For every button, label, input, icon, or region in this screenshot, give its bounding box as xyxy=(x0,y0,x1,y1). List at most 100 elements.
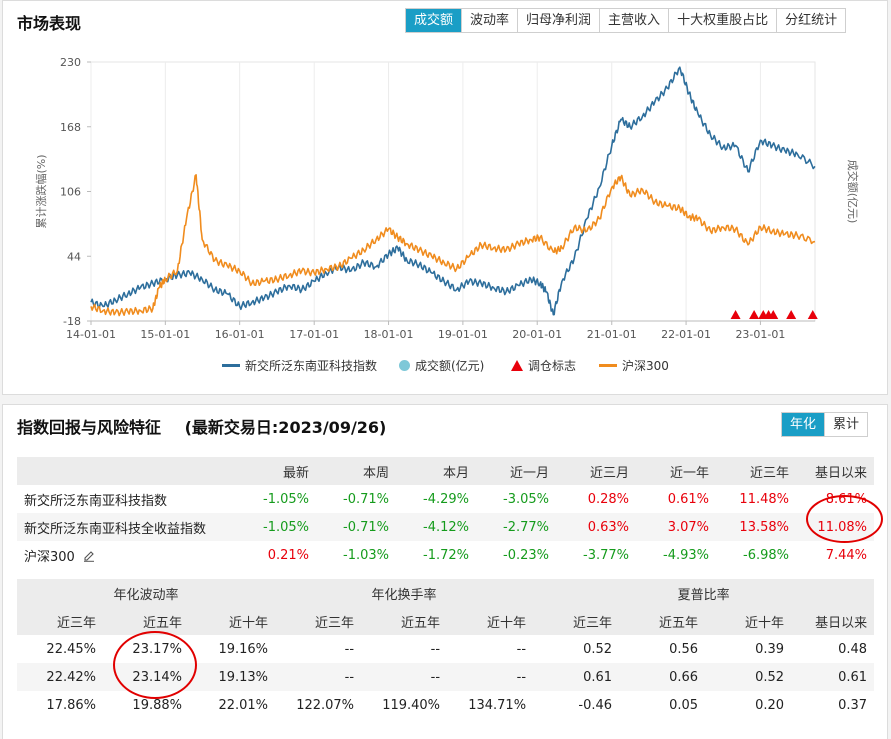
risk-header-row: 近三年 近五年 近十年 近三年 近五年 近十年 近三年 近五年 近十年 基日以来 xyxy=(17,607,875,635)
y2-axis-label: 成交额(亿元) xyxy=(846,160,860,224)
returns-header-cell: 近三月 xyxy=(556,457,636,485)
legend-volume[interactable]: 成交额(亿元) xyxy=(399,357,484,374)
legend-line-icon xyxy=(599,364,617,367)
risk-header-cell: 近三年 xyxy=(533,607,620,635)
risk-header-cell: 近十年 xyxy=(447,607,534,635)
x-tick-label: 14-01-01 xyxy=(66,328,116,341)
returns-cell: 7.44% xyxy=(825,547,867,563)
returns-cell: -4.93% xyxy=(663,547,709,563)
risk-cell: 23.14% xyxy=(103,663,189,691)
legend-triangle-icon xyxy=(511,360,523,371)
risk-cell: 19.13% xyxy=(189,663,276,691)
risk-header-cell: 近三年 xyxy=(275,607,362,635)
returns-row-name: 新交所泛东南亚科技全收益指数 xyxy=(17,513,239,541)
annualized-toggle: 年化 累计 xyxy=(781,412,869,437)
risk-cell: 22.01% xyxy=(218,697,269,713)
rebalance-marker xyxy=(807,310,818,319)
risk-header-cell: 近十年 xyxy=(705,607,792,635)
risk-cell: -- xyxy=(447,663,534,691)
series-line-hs300 xyxy=(90,174,816,317)
risk-cell: 134.71% xyxy=(468,697,527,713)
y-axis-label: 累计涨跌幅(%) xyxy=(34,154,48,228)
returns-cell: -0.71% xyxy=(343,491,389,507)
rebalance-marker xyxy=(730,310,741,319)
returns-header-cell: 近一年 xyxy=(636,457,716,485)
x-tick-label: 15-01-01 xyxy=(140,328,190,341)
legend-rebalance[interactable]: 调仓标志 xyxy=(511,357,576,374)
risk-group-header: 年化波动率 xyxy=(17,579,276,607)
series-line-index xyxy=(90,66,816,316)
legend-index[interactable]: 新交所泛东南亚科技指数 xyxy=(222,357,377,374)
y-tick-label: 230 xyxy=(60,56,81,69)
returns-cell: 13.58% xyxy=(716,513,796,541)
returns-header-cell: 近一月 xyxy=(476,457,556,485)
y-tick-label: -18 xyxy=(63,315,81,328)
returns-cell: -1.72% xyxy=(423,547,469,563)
x-tick-label: 22-01-01 xyxy=(661,328,711,341)
risk-group-header: 年化换手率 xyxy=(275,579,534,607)
chart-markers xyxy=(730,310,818,319)
x-tick-label: 23-01-01 xyxy=(735,328,785,341)
rebalance-marker xyxy=(749,310,760,319)
returns-cell: -4.12% xyxy=(396,513,476,541)
risk-cell: 23.17% xyxy=(132,641,182,657)
returns-cell: -1.05% xyxy=(239,513,316,541)
returns-cell: -1.03% xyxy=(343,547,389,563)
market-panel: 市场表现 成交额 波动率 归母净利润 主营收入 十大权重股占比 分红统计 14-01-01… xyxy=(2,0,888,395)
returns-cell: 0.28% xyxy=(587,491,629,507)
returns-row-label: 新交所泛东南亚科技指数 xyxy=(24,493,168,509)
y-tick-label: 106 xyxy=(60,186,81,199)
x-tick-label: 21-01-01 xyxy=(587,328,637,341)
returns-header-row: 最新 本周 本月 近一月 近三月 近一年 近三年 基日以来 xyxy=(17,457,874,485)
edit-icon[interactable] xyxy=(83,550,95,562)
legend-hs300[interactable]: 沪深300 xyxy=(599,357,669,374)
returns-cell: -0.71% xyxy=(316,513,396,541)
x-tick-label: 19-01-01 xyxy=(438,328,488,341)
latest-date: (最新交易日:2023/09/26) xyxy=(184,418,387,437)
plot-area xyxy=(90,61,816,322)
returns-cell: 8.61% xyxy=(825,491,867,507)
chart-legend: 新交所泛东南亚科技指数 成交额(亿元) 调仓标志 沪深300 xyxy=(3,357,889,377)
risk-cell: 0.20 xyxy=(755,697,785,713)
risk-header-cell: 近五年 xyxy=(619,607,706,635)
returns-row-label: 沪深300 xyxy=(24,549,75,565)
returns-cell: -2.77% xyxy=(476,513,556,541)
returns-cell: 3.07% xyxy=(636,513,716,541)
y-tick-label: 168 xyxy=(60,121,81,134)
risk-cell: -- xyxy=(516,641,527,657)
rebalance-marker xyxy=(786,310,797,319)
legend-dot-icon xyxy=(399,360,410,371)
returns-header-cell: 基日以来 xyxy=(796,457,874,485)
risk-header-cell: 近五年 xyxy=(103,607,189,635)
returns-table: 最新 本周 本月 近一月 近三月 近一年 近三年 基日以来 新交所泛东南亚科技指数 -1.05%… xyxy=(17,457,874,569)
y-tick-label: 44 xyxy=(67,250,81,263)
risk-cell: 122.07% xyxy=(296,697,355,713)
risk-header-cell: 近三年 xyxy=(17,607,103,635)
returns-row: 沪深300 0.21% -1.03% -1.72% -0.23% -3.77% -4.93%… xyxy=(17,541,874,569)
x-tick-label: 17-01-01 xyxy=(289,328,339,341)
returns-cell: 11.08% xyxy=(796,513,874,541)
returns-row-name: 新交所泛东南亚科技指数 xyxy=(17,485,239,513)
returns-title-text: 指数回报与风险特征 xyxy=(17,418,162,437)
risk-cell: -- xyxy=(361,663,448,691)
toggle-0[interactable]: 年化 xyxy=(782,413,825,436)
returns-header-cell: 本周 xyxy=(316,457,396,485)
returns-header-cell: 近三年 xyxy=(716,457,796,485)
returns-row: 新交所泛东南亚科技全收益指数 -1.05% -0.71% -4.12% -2.77% 0.… xyxy=(17,513,874,541)
risk-cell: 19.16% xyxy=(218,641,269,657)
legend-label: 成交额(亿元) xyxy=(415,359,485,373)
risk-row: 17.86% 19.88% 22.01% 122.07% 119.40% 134.71% -… xyxy=(17,691,874,719)
returns-cell: -0.23% xyxy=(503,547,549,563)
returns-cell: -6.98% xyxy=(743,547,789,563)
returns-tables: 最新 本周 本月 近一月 近三月 近一年 近三年 基日以来 新交所泛东南亚科技指数 -1.05%… xyxy=(17,457,875,719)
returns-cell: -4.29% xyxy=(423,491,469,507)
risk-group-header: 夏普比率 xyxy=(533,579,875,607)
chart-series xyxy=(90,66,816,317)
returns-cell: 0.61% xyxy=(667,491,709,507)
risk-cell: 0.61 xyxy=(533,663,620,691)
toggle-1[interactable]: 累计 xyxy=(824,413,868,436)
chart-grid xyxy=(90,61,816,322)
returns-cell: 0.63% xyxy=(556,513,636,541)
risk-cell: 22.42% xyxy=(17,663,103,691)
risk-cell: 0.66 xyxy=(619,663,706,691)
